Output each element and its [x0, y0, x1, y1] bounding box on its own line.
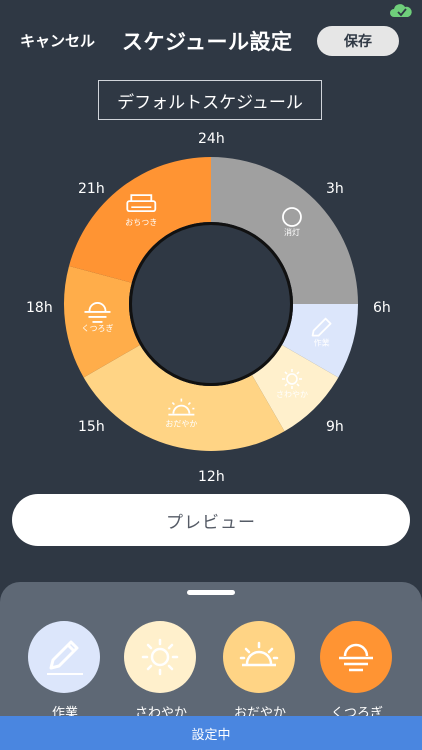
preview-button[interactable]: プレビュー [12, 494, 410, 546]
pencil-icon [47, 640, 83, 675]
status-bar: 設定中 [0, 716, 422, 750]
mode-kutsurogi-circle [320, 621, 392, 693]
mode-sawayaka[interactable]: さわやか [124, 621, 198, 721]
dial-segment-label: おだやか [165, 420, 197, 429]
sunrise-icon [239, 641, 279, 667]
sun-icon [141, 638, 179, 676]
mode-sawayaka-circle [124, 621, 196, 693]
dial-segment-label: さわやか [276, 390, 308, 399]
dial-segment-label: くつろぎ [81, 323, 113, 333]
mode-kutsurogi[interactable]: くつろぎ [320, 621, 394, 721]
mode-sagyo[interactable]: 作業 [28, 621, 102, 721]
dial-segment-label: 作業 [314, 338, 330, 348]
mode-sagyo-circle [28, 621, 100, 693]
dial-segment-label: おちつき [125, 218, 157, 227]
dial-segment-label: 消灯 [284, 227, 300, 237]
mode-odayaka-circle [223, 621, 295, 693]
sunset-icon [339, 643, 373, 672]
sheet-handle[interactable] [187, 590, 235, 595]
mode-odayaka[interactable]: おだやか [223, 621, 297, 721]
